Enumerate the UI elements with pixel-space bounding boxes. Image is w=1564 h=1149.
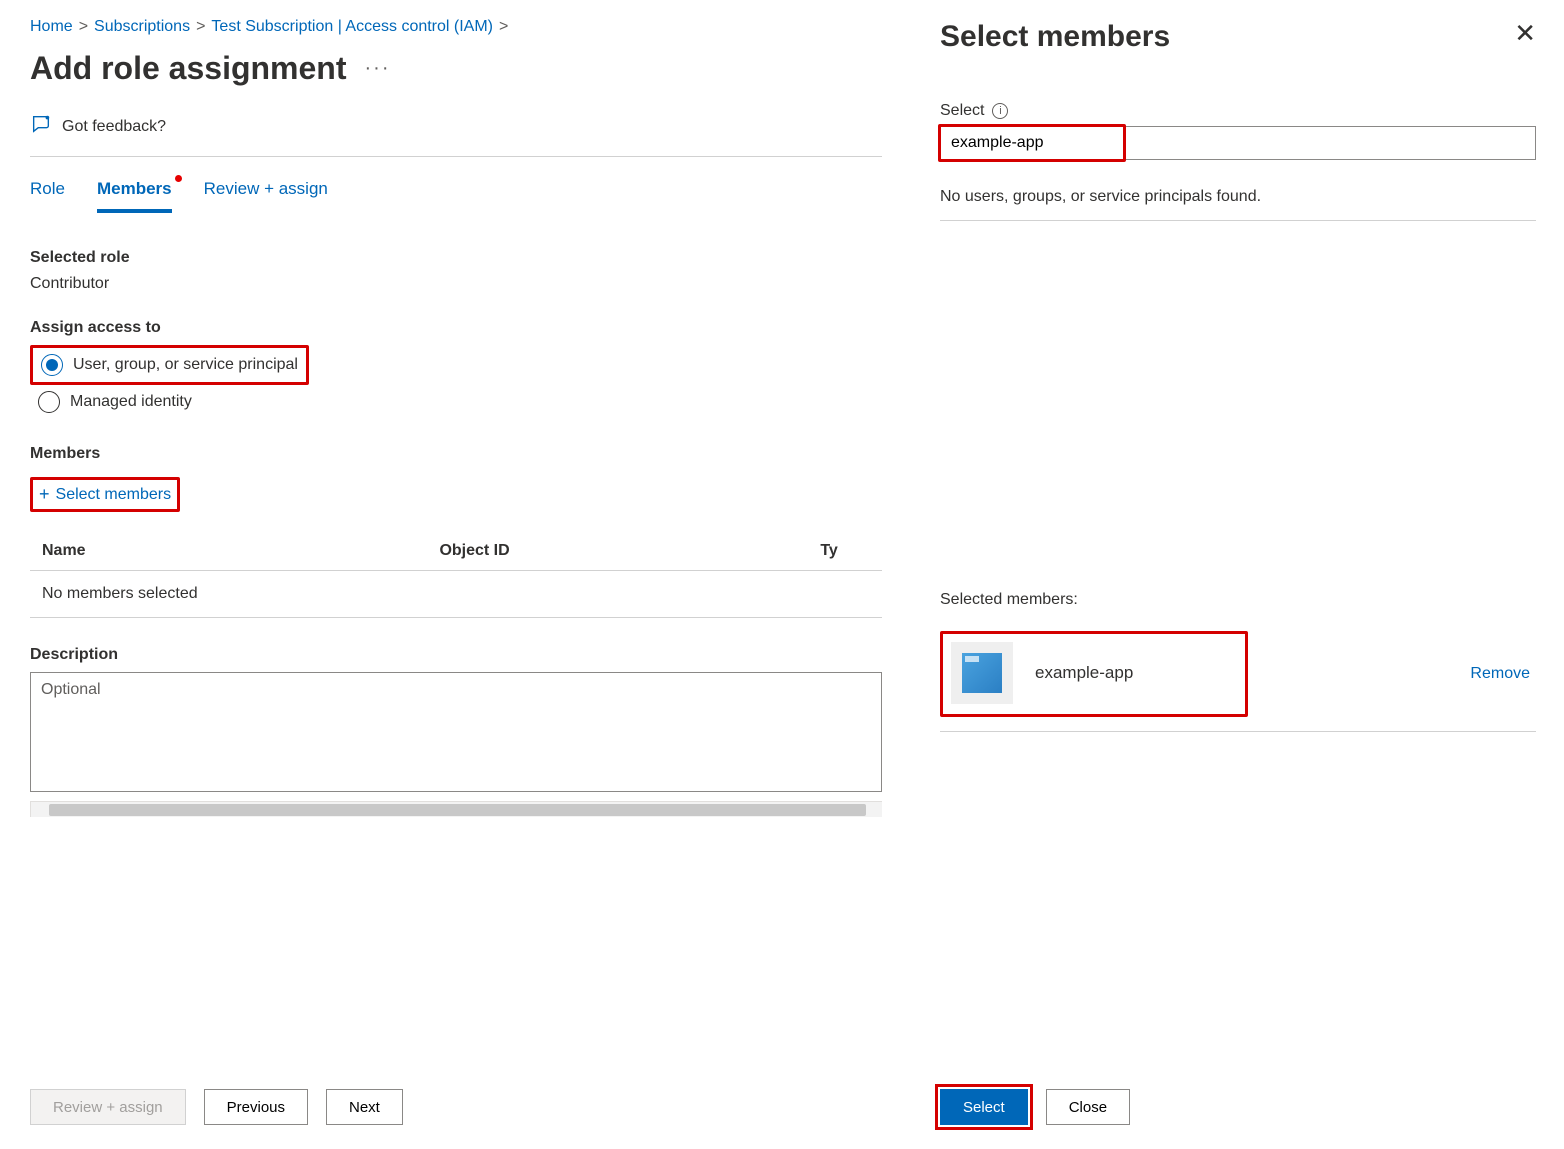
breadcrumb-iam[interactable]: Test Subscription | Access control (IAM) xyxy=(211,18,493,36)
assign-access-label: Assign access to xyxy=(30,319,882,337)
side-panel-title: Select members xyxy=(940,20,1170,54)
previous-button[interactable]: Previous xyxy=(204,1089,308,1125)
breadcrumb-separator: > xyxy=(79,18,88,36)
breadcrumb-separator: > xyxy=(499,18,508,36)
column-object-id: Object ID xyxy=(439,542,820,560)
horizontal-scrollbar[interactable] xyxy=(30,801,882,817)
feedback-link[interactable]: Got feedback? xyxy=(30,113,882,157)
feedback-icon xyxy=(30,113,52,140)
member-search-input[interactable] xyxy=(940,126,1536,160)
breadcrumb-subscriptions[interactable]: Subscriptions xyxy=(94,18,190,36)
no-results-message: No users, groups, or service principals … xyxy=(940,188,1536,221)
info-icon[interactable]: i xyxy=(992,103,1008,119)
tab-members[interactable]: Members xyxy=(97,179,172,213)
selected-role-value: Contributor xyxy=(30,275,882,293)
description-label: Description xyxy=(30,646,882,664)
breadcrumb-home[interactable]: Home xyxy=(30,18,73,36)
tab-members-label: Members xyxy=(97,179,172,198)
remove-member-link[interactable]: Remove xyxy=(1470,665,1536,683)
column-type: Ty xyxy=(820,542,870,560)
footer-side: Select Close xyxy=(940,1089,1130,1125)
selected-role-label: Selected role xyxy=(30,249,882,267)
select-button[interactable]: Select xyxy=(940,1089,1028,1125)
review-assign-button: Review + assign xyxy=(30,1089,186,1125)
select-members-label: Select members xyxy=(56,486,172,504)
selected-member-row: example-app Remove xyxy=(940,621,1536,732)
member-name: example-app xyxy=(1035,663,1133,683)
tab-indicator-dot xyxy=(175,175,182,182)
column-name: Name xyxy=(42,542,439,560)
next-button[interactable]: Next xyxy=(326,1089,403,1125)
breadcrumb-separator: > xyxy=(196,18,205,36)
more-actions-icon[interactable]: ··· xyxy=(365,57,391,80)
members-empty-row: No members selected xyxy=(30,571,882,618)
page-title: Add role assignment xyxy=(30,50,347,87)
member-app-tile xyxy=(951,642,1013,704)
members-section-label: Members xyxy=(30,445,882,463)
close-button[interactable]: Close xyxy=(1046,1089,1130,1125)
breadcrumb: Home > Subscriptions > Test Subscription… xyxy=(30,18,882,36)
description-textarea[interactable] xyxy=(30,672,882,792)
plus-icon: + xyxy=(39,484,50,505)
members-table: Name Object ID Ty No members selected xyxy=(30,532,882,618)
feedback-label: Got feedback? xyxy=(62,118,166,136)
selected-members-label: Selected members: xyxy=(940,591,1536,609)
tab-role[interactable]: Role xyxy=(30,179,65,213)
radio-button-icon xyxy=(38,391,60,413)
radio-button-selected-icon xyxy=(41,354,63,376)
app-icon xyxy=(962,653,1002,693)
radio-managed-identity[interactable]: Managed identity xyxy=(30,385,882,419)
select-members-link[interactable]: + Select members xyxy=(33,480,177,509)
tabs: Role Members Review + assign xyxy=(30,179,882,213)
radio-label-managed-identity: Managed identity xyxy=(70,393,192,411)
radio-user-group-sp[interactable]: User, group, or service principal xyxy=(33,348,306,382)
radio-label-user-group: User, group, or service principal xyxy=(73,356,298,374)
footer-main: Review + assign Previous Next xyxy=(30,1089,403,1125)
select-field-label: Select xyxy=(940,102,984,120)
tab-review-assign[interactable]: Review + assign xyxy=(204,179,328,213)
close-icon[interactable]: ✕ xyxy=(1514,20,1536,46)
